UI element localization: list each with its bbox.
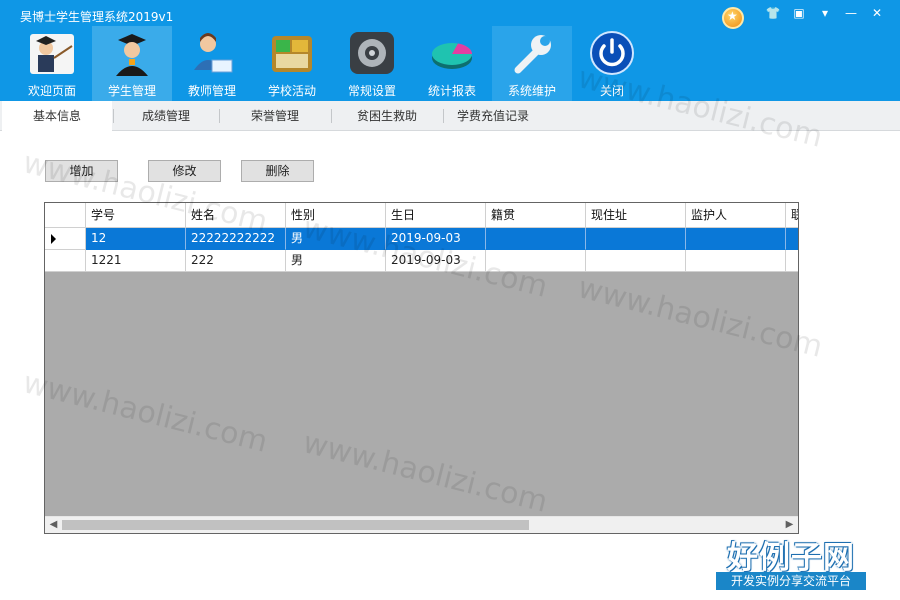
menu-icon[interactable]: ▾ [812, 4, 838, 22]
app-title: 昊博士学生管理系统2019v1 [20, 10, 174, 24]
table-cell[interactable]: 12 [86, 228, 186, 250]
delete-button[interactable]: 删除 [241, 160, 314, 182]
feedback-icon[interactable]: ▣ [786, 4, 812, 22]
minimize-icon[interactable]: — [838, 4, 864, 22]
power-icon [590, 31, 634, 75]
nav-label: 欢迎页面 [27, 84, 76, 98]
nav-item-reports[interactable]: 统计报表 [412, 26, 492, 101]
scrollbar-thumb[interactable] [62, 520, 529, 530]
scroll-right-icon[interactable]: ▶ [781, 517, 798, 533]
column-header[interactable]: 籍贯 [486, 203, 586, 228]
table-cell[interactable]: 2019-09-03 [386, 250, 486, 272]
add-button[interactable]: 增加 [45, 160, 118, 182]
column-header[interactable]: 监护人 [686, 203, 786, 228]
tab-grades[interactable]: 成绩管理 [114, 101, 218, 131]
horizontal-scrollbar[interactable]: ◀ ▶ [45, 516, 798, 533]
nav-item-settings[interactable]: 常规设置 [332, 26, 412, 101]
row-header[interactable] [45, 228, 86, 250]
close-icon[interactable]: ✕ [864, 4, 890, 22]
edit-button[interactable]: 修改 [148, 160, 221, 182]
nav-item-teachers[interactable]: 教师管理 [172, 26, 252, 101]
nav-label: 学生管理 [107, 84, 156, 98]
nav-item-welcome[interactable]: 欢迎页面 [12, 26, 92, 101]
activities-icon [272, 36, 312, 72]
table-cell[interactable] [586, 228, 686, 250]
nav-item-close[interactable]: 关闭 [572, 26, 652, 101]
window-controls: 👕 ▣ ▾ — ✕ [760, 4, 890, 22]
wrench-icon [514, 35, 551, 74]
brand-tagline: 开发实例分享交流平台 [716, 572, 866, 590]
tab-poverty-aid[interactable]: 贫困生救助 [332, 101, 442, 131]
grid-header: 学号 姓名 性别 生日 籍贯 现住址 监护人 联 [45, 203, 798, 228]
table-cell[interactable] [486, 228, 586, 250]
brand-logo: 好例子网 开发实例分享交流平台 [716, 532, 866, 592]
grid-corner [45, 203, 86, 228]
teacher-pointer-icon [30, 34, 74, 74]
tab-tuition-records[interactable]: 学费充值记录 [444, 101, 542, 131]
gear-icon [350, 32, 394, 74]
column-header[interactable]: 生日 [386, 203, 486, 228]
column-header[interactable]: 姓名 [186, 203, 286, 228]
table-cell[interactable] [486, 250, 586, 272]
tab-bar: 基本信息 成绩管理 荣誉管理 贫困生救助 学费充值记录 [0, 101, 900, 132]
table-cell[interactable]: 222 [186, 250, 286, 272]
teacher-icon [194, 33, 233, 73]
nav-item-activities[interactable]: 学校活动 [252, 26, 332, 101]
tab-honors[interactable]: 荣誉管理 [220, 101, 330, 131]
table-row[interactable]: 12 22222222222 男 2019-09-03 [45, 228, 798, 250]
table-cell[interactable]: 1221 [86, 250, 186, 272]
column-header[interactable]: 学号 [86, 203, 186, 228]
table-cell[interactable]: 2019-09-03 [386, 228, 486, 250]
brand-name: 好例子网 [727, 540, 855, 576]
table-cell[interactable] [686, 250, 786, 272]
table-cell[interactable] [686, 228, 786, 250]
main-nav: 欢迎页面 学生管理 教师管理 学校活动 常规设置 统计报表 系统维护 关闭 [12, 26, 652, 101]
medal-icon[interactable] [722, 7, 744, 29]
current-row-icon [51, 234, 56, 244]
table-cell[interactable] [586, 250, 686, 272]
table-cell[interactable] [786, 250, 798, 272]
table-cell[interactable]: 22222222222 [186, 228, 286, 250]
pie-chart-icon [432, 43, 472, 69]
nav-item-maintenance[interactable]: 系统维护 [492, 26, 572, 101]
nav-label: 关闭 [599, 84, 624, 98]
nav-label: 系统维护 [507, 84, 556, 98]
student-grid[interactable]: 学号 姓名 性别 生日 籍贯 现住址 监护人 联 12 22222222222 … [44, 202, 799, 534]
column-header[interactable]: 现住址 [586, 203, 686, 228]
top-ribbon: 昊博士学生管理系统2019v1 👕 ▣ ▾ — ✕ 欢迎页面 [0, 0, 900, 101]
nav-item-students[interactable]: 学生管理 [92, 26, 172, 101]
nav-label: 教师管理 [187, 84, 236, 98]
column-header[interactable]: 联 [786, 203, 798, 228]
table-cell[interactable] [786, 228, 798, 250]
nav-label: 统计报表 [427, 84, 476, 98]
skin-icon[interactable]: 👕 [760, 4, 786, 22]
nav-label: 学校活动 [267, 84, 316, 98]
column-header[interactable]: 性别 [286, 203, 386, 228]
row-header[interactable] [45, 250, 86, 272]
table-cell[interactable]: 男 [286, 228, 386, 250]
table-row[interactable]: 1221 222 男 2019-09-03 [45, 250, 798, 272]
scroll-left-icon[interactable]: ◀ [45, 517, 62, 533]
tab-basic-info[interactable]: 基本信息 [2, 101, 112, 132]
graduate-icon [116, 34, 148, 76]
nav-label: 常规设置 [347, 84, 396, 98]
table-cell[interactable]: 男 [286, 250, 386, 272]
